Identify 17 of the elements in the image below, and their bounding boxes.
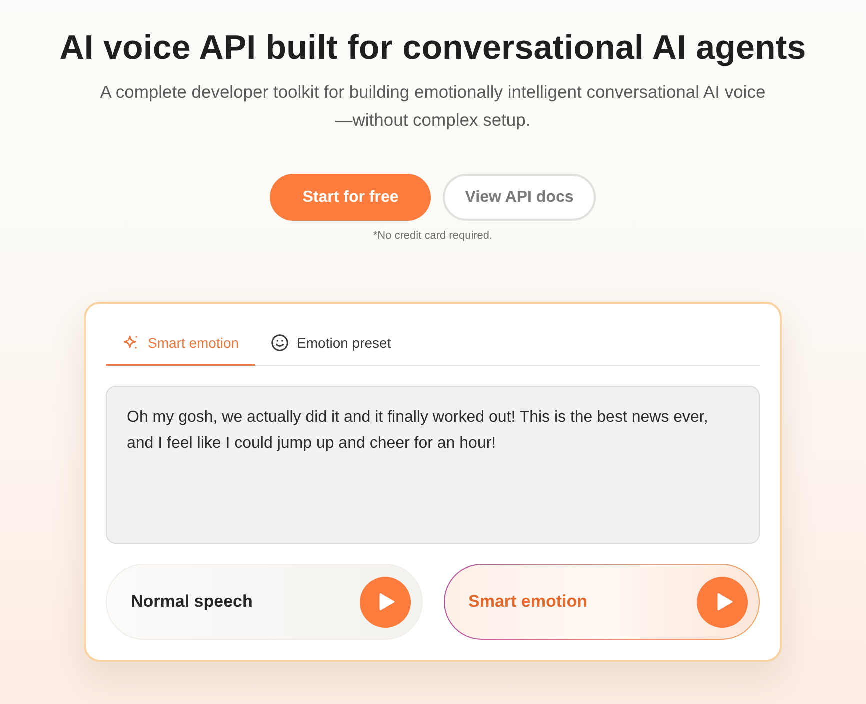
voice-sample-option[interactable]: Smart emotion: [444, 564, 760, 640]
start-button[interactable]: Start for free: [270, 174, 432, 221]
page-subtitle: A complete developer toolkit for building emotionally intelligent conversational AI voice —without complex setup.: [100, 81, 766, 132]
play-icon: [716, 593, 732, 611]
tab[interactable]: Smart emotion: [106, 322, 256, 366]
sample-label: Normal speech: [131, 592, 253, 612]
play-icon: [379, 593, 395, 611]
no-card-note: *No credit card required.: [373, 229, 493, 243]
docs-button[interactable]: View API docs: [443, 174, 596, 221]
sample-label: Smart emotion: [468, 592, 588, 612]
play-button[interactable]: [697, 576, 748, 628]
voice-sample-option[interactable]: Normal speech: [106, 564, 422, 640]
smiley-icon: [271, 334, 290, 352]
play-button[interactable]: [360, 576, 410, 628]
tab[interactable]: Emotion preset: [255, 322, 408, 366]
text-input-field[interactable]: Oh my gosh, we actually did it and it finally worked out! This is the best news ever, and I feel like I could jump up and cheer for an hour!: [106, 386, 760, 544]
page-title: AI voice API built for conversational AI agents: [60, 28, 806, 69]
